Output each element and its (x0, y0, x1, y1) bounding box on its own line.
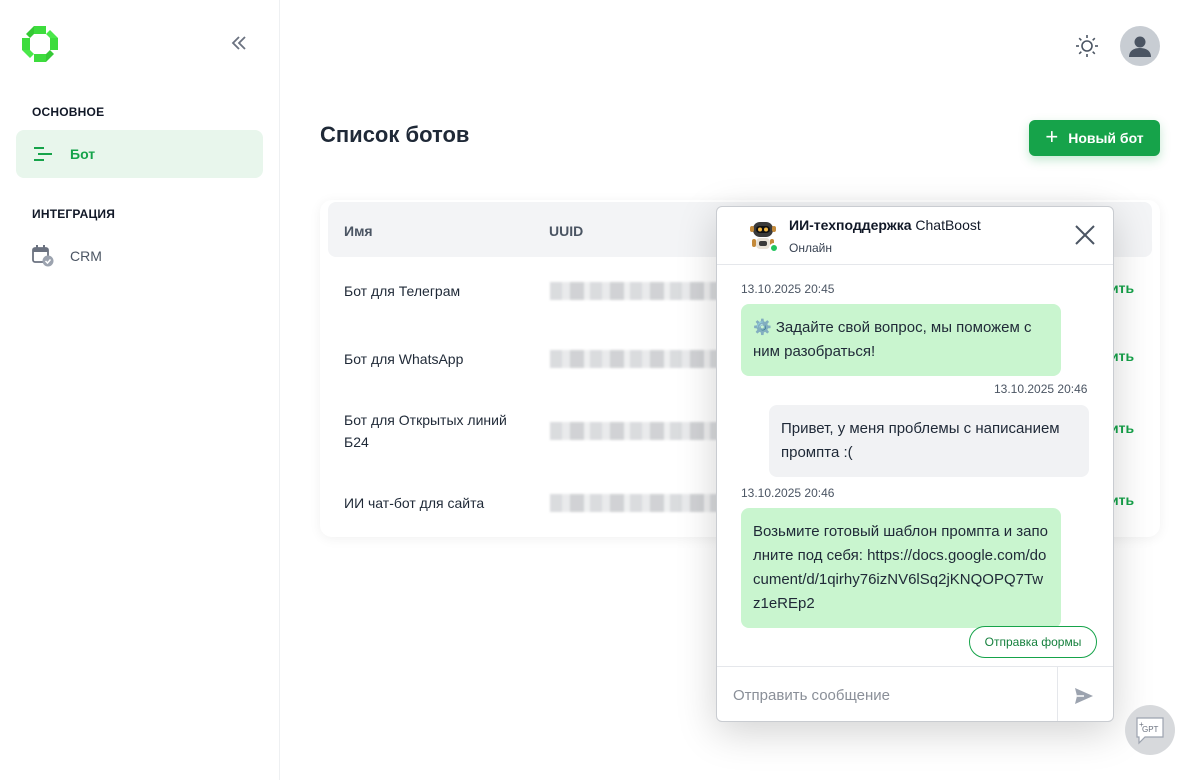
chatboost-logo[interactable] (20, 24, 60, 64)
page-title: Список ботов (320, 122, 470, 147)
section-label-integration: ИНТЕГРАЦИЯ (32, 207, 116, 221)
user-icon (1129, 36, 1151, 57)
bot-name: Бот для WhatsApp (344, 351, 464, 367)
send-icon[interactable] (1073, 685, 1095, 707)
message-timestamp: 13.10.2025 20:46 (741, 486, 835, 500)
sidebar-item-bot[interactable]: Бот (16, 130, 263, 178)
message-input[interactable] (717, 667, 1058, 721)
gpt-fab-label: GPT (1142, 725, 1159, 734)
chat-title: ИИ-техподдержка ChatBoost (789, 217, 981, 233)
form-submit-button[interactable]: Отправка формы (969, 626, 1097, 658)
section-label-main: ОСНОВНОЕ (32, 105, 105, 119)
bot-name: Бот для Открытых линий Б24 (344, 412, 507, 450)
chat-header: ИИ-техподдержка ChatBoost Онлайн (717, 207, 1113, 265)
chat-composer (717, 666, 1113, 721)
calendar-check-icon (32, 245, 54, 267)
bot-name: ИИ чат-бот для сайта (344, 495, 485, 511)
column-header-name: Имя (344, 223, 373, 239)
new-bot-button[interactable]: + Новый бот (1029, 120, 1160, 156)
bot-name: Бот для Телеграм (344, 283, 461, 299)
gpt-chat-icon: GPT + (1136, 717, 1164, 745)
sidebar-item-label: Бот (70, 146, 96, 162)
chat-title-bold: ИИ-техподдержка (789, 217, 912, 233)
uuid-redacted (550, 422, 720, 440)
uuid-redacted (550, 282, 720, 300)
uuid-redacted (550, 494, 720, 512)
sidebar: ОСНОВНОЕ Бот ИНТЕГРАЦИЯ CRM (0, 0, 280, 780)
uuid-redacted (550, 350, 720, 368)
message-list[interactable]: 13.10.2025 20:45 ⚙️ Задайте свой вопрос,… (717, 266, 1113, 666)
bot-message: ⚙️ Задайте свой вопрос, мы поможем с ним… (741, 304, 1061, 376)
support-chat-widget: ИИ-техподдержка ChatBoost Онлайн 13.10.2… (716, 206, 1114, 722)
bot-list-icon (32, 143, 54, 165)
close-icon[interactable] (1073, 223, 1097, 247)
bot-message: Возьмите готовый шаблон промпта и заполн… (741, 508, 1061, 628)
online-status-dot (769, 243, 779, 253)
sun-icon[interactable] (1075, 34, 1099, 58)
column-header-uuid: UUID (549, 223, 584, 239)
svg-text:+: + (1139, 720, 1144, 729)
new-bot-label: Новый бот (1068, 130, 1144, 146)
plus-icon: + (1045, 124, 1059, 149)
message-timestamp: 13.10.2025 20:46 (994, 382, 1088, 396)
chat-status: Онлайн (789, 241, 832, 255)
sidebar-item-label: CRM (70, 248, 102, 264)
message-timestamp: 13.10.2025 20:45 (741, 282, 835, 296)
gpt-chat-button[interactable]: GPT + (1125, 705, 1175, 755)
chat-title-brand: ChatBoost (915, 217, 981, 233)
collapse-sidebar-icon[interactable] (228, 32, 250, 54)
sidebar-item-crm[interactable]: CRM (16, 232, 263, 280)
avatar[interactable] (1120, 26, 1160, 66)
user-message: Привет, у меня проблемы с написанием про… (769, 405, 1089, 477)
